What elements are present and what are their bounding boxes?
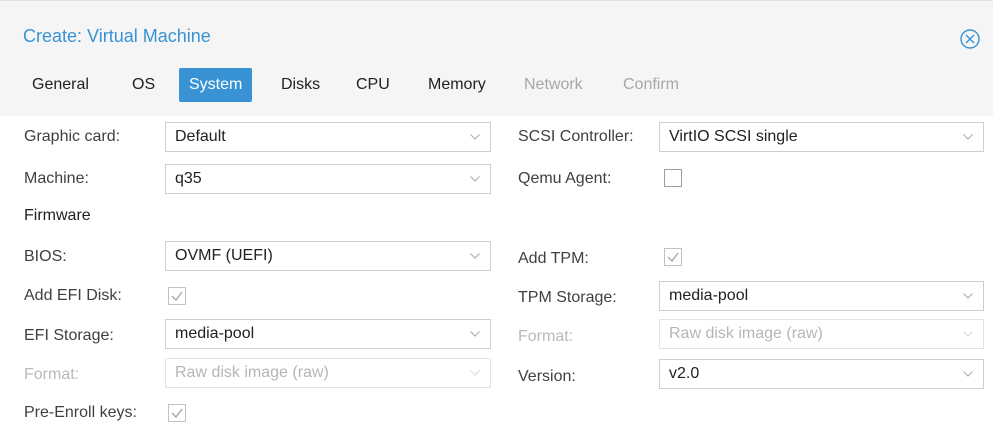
add-tpm-checkbox[interactable] bbox=[664, 248, 682, 266]
tab-system[interactable]: System bbox=[179, 68, 253, 102]
graphic-card-select[interactable]: Default bbox=[165, 122, 491, 152]
checkmark-icon bbox=[171, 291, 183, 302]
pre-enroll-keys-label: Pre-Enroll keys: bbox=[24, 404, 137, 421]
efi-format-value: Raw disk image (raw) bbox=[175, 364, 329, 381]
chevron-down-icon bbox=[470, 370, 480, 376]
firmware-section-heading: Firmware bbox=[24, 207, 91, 224]
chevron-down-icon bbox=[470, 253, 480, 259]
wizard-tabs: General OS System Disks CPU Memory Netwo… bbox=[0, 68, 993, 102]
tab-os[interactable]: OS bbox=[122, 68, 165, 102]
efi-format-label: Format: bbox=[24, 366, 80, 383]
tpm-storage-value: media-pool bbox=[669, 287, 749, 304]
chevron-down-icon bbox=[963, 371, 973, 377]
pre-enroll-keys-checkbox[interactable] bbox=[168, 404, 186, 422]
add-efi-disk-checkbox[interactable] bbox=[168, 287, 186, 305]
tab-disks[interactable]: Disks bbox=[271, 68, 330, 102]
checkmark-icon bbox=[667, 252, 679, 263]
version-label: Version: bbox=[518, 368, 576, 385]
chevron-down-icon bbox=[963, 331, 973, 337]
graphic-card-label: Graphic card: bbox=[24, 128, 121, 145]
tpm-format-label: Format: bbox=[518, 328, 574, 345]
tab-general[interactable]: General bbox=[22, 68, 99, 102]
efi-storage-value: media-pool bbox=[175, 325, 255, 342]
tpm-storage-select[interactable]: media-pool bbox=[659, 281, 984, 311]
chevron-down-icon bbox=[470, 134, 480, 140]
close-icon[interactable] bbox=[959, 28, 981, 50]
tab-network[interactable]: Network bbox=[514, 68, 593, 102]
tpm-format-select[interactable]: Raw disk image (raw) bbox=[659, 319, 984, 349]
tpm-format-value: Raw disk image (raw) bbox=[669, 325, 823, 342]
efi-format-select[interactable]: Raw disk image (raw) bbox=[165, 358, 491, 388]
qemu-agent-label: Qemu Agent: bbox=[518, 170, 612, 187]
chevron-down-icon bbox=[963, 293, 973, 299]
scsi-controller-label: SCSI Controller: bbox=[518, 128, 634, 145]
scsi-controller-value: VirtIO SCSI single bbox=[669, 128, 798, 145]
add-tpm-label: Add TPM: bbox=[518, 250, 589, 267]
dialog-title: Create: Virtual Machine bbox=[23, 26, 211, 46]
graphic-card-value: Default bbox=[175, 128, 226, 145]
add-efi-disk-label: Add EFI Disk: bbox=[24, 287, 122, 304]
bios-value: OVMF (UEFI) bbox=[175, 247, 273, 264]
machine-value: q35 bbox=[175, 170, 202, 187]
dialog-header: Create: Virtual Machine General OS Syste… bbox=[0, 0, 993, 116]
machine-label: Machine: bbox=[24, 170, 89, 187]
chevron-down-icon bbox=[470, 176, 480, 182]
tab-cpu[interactable]: CPU bbox=[346, 68, 400, 102]
qemu-agent-checkbox[interactable] bbox=[664, 169, 682, 187]
tab-memory[interactable]: Memory bbox=[418, 68, 496, 102]
bios-select[interactable]: OVMF (UEFI) bbox=[165, 241, 491, 271]
version-value: v2.0 bbox=[669, 365, 700, 382]
efi-storage-label: EFI Storage: bbox=[24, 327, 114, 344]
version-select[interactable]: v2.0 bbox=[659, 359, 984, 389]
checkmark-icon bbox=[171, 408, 183, 419]
tab-confirm[interactable]: Confirm bbox=[613, 68, 689, 102]
scsi-controller-select[interactable]: VirtIO SCSI single bbox=[659, 122, 984, 152]
chevron-down-icon bbox=[963, 134, 973, 140]
bios-label: BIOS: bbox=[24, 248, 67, 265]
machine-select[interactable]: q35 bbox=[165, 164, 491, 194]
tpm-storage-label: TPM Storage: bbox=[518, 289, 617, 306]
chevron-down-icon bbox=[470, 331, 480, 337]
efi-storage-select[interactable]: media-pool bbox=[165, 319, 491, 349]
create-vm-dialog: Create: Virtual Machine General OS Syste… bbox=[0, 0, 993, 428]
